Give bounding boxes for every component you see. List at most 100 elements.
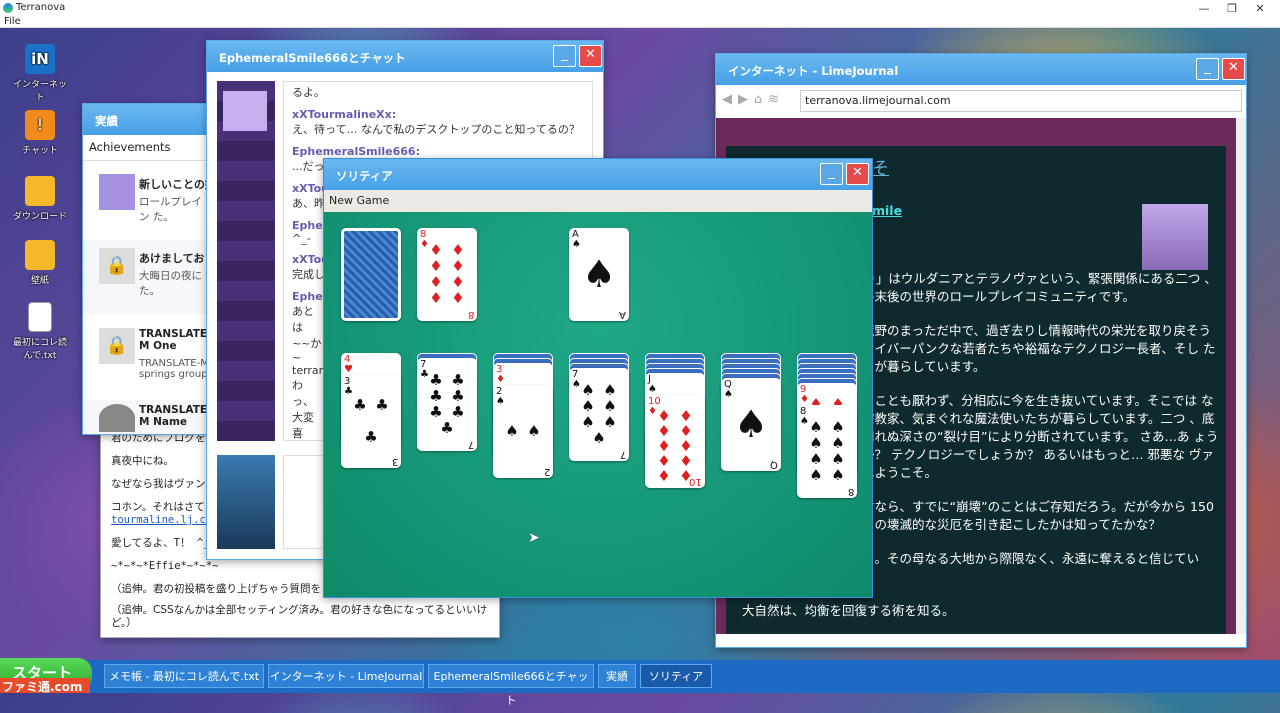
contact-avatar bbox=[223, 91, 267, 131]
achievement-title: TRANSLATE-M Name bbox=[139, 404, 211, 428]
desktop-icon-downloads[interactable]: ダウンロード bbox=[10, 176, 70, 222]
taskbar-item-notepad[interactable]: メモ帳 - 最初にコレ読んで.txt bbox=[104, 664, 264, 688]
os-close-icon[interactable]: ✕ bbox=[1252, 2, 1268, 15]
card[interactable]: 7 ♣ ♣ ♣ ♣ ♣ ♣ ♣ ♣ 7 bbox=[417, 358, 477, 451]
page-paragraph: 荒野のまっただ中で、過ぎ去りし情報時代の栄光を取り戻そう サイバーパンクな若者た… bbox=[862, 323, 1216, 374]
new-game-menu[interactable]: New Game bbox=[329, 194, 389, 207]
card-rank: 2 bbox=[543, 466, 550, 477]
solitaire-window: ソリティア _ ✕ New Game 8 ♦♦♦♦♦♦♦♦♦8A ♠♠A4 ♥♥… bbox=[323, 158, 873, 598]
page-heading[interactable]: そ bbox=[872, 160, 889, 178]
minimize-icon[interactable]: _ bbox=[1196, 58, 1219, 80]
browser-titlebar[interactable]: インターネット - LimeJournal bbox=[716, 54, 1246, 85]
os-minimize-icon[interactable]: — bbox=[1196, 2, 1212, 15]
taskbar-item-chat[interactable]: EphemeralSmile666とチャット bbox=[428, 664, 594, 707]
minimize-icon[interactable]: _ bbox=[553, 45, 576, 67]
card-rank: 8 bbox=[847, 486, 854, 497]
card-pips: ♠ bbox=[581, 252, 617, 296]
contact-banner bbox=[217, 81, 275, 441]
close-icon[interactable]: ✕ bbox=[1222, 58, 1245, 80]
app-title: Terranova bbox=[16, 2, 66, 13]
chat-sender: EphemeralSmile666: bbox=[292, 145, 420, 158]
desktop-icon-label: インターネット bbox=[12, 80, 67, 103]
user-avatar bbox=[217, 455, 275, 549]
os-title-bar: Terranova File — ❐ ✕ bbox=[0, 0, 1280, 28]
card-pips: ♣ ♣ ♣ ♣ ♣ ♣ ♣ bbox=[429, 370, 465, 438]
app-logo-icon bbox=[3, 3, 13, 13]
url-bar[interactable]: terranova.limejournal.com bbox=[800, 90, 1242, 112]
watermark: ファミ通.com bbox=[0, 678, 90, 694]
card-rank: 7 bbox=[467, 439, 474, 450]
close-icon[interactable]: ✕ bbox=[579, 45, 602, 67]
desktop-icon-label: ダウンロード bbox=[12, 212, 67, 222]
page-paragraph: a）」はウルダニアとテラノヴァという、緊張関係にある二つ 、終末後の世界のロール… bbox=[862, 271, 1217, 304]
solitaire-titlebar[interactable]: ソリティア bbox=[324, 159, 872, 190]
achievement-avatar-icon bbox=[99, 174, 135, 210]
chat-icon: ! bbox=[25, 110, 55, 140]
achievements-titlebar[interactable]: 実績 bbox=[83, 104, 211, 135]
chat-titlebar[interactable]: EphemeralSmile666とチャット bbox=[207, 41, 603, 72]
achievement-item[interactable]: 新しいことの始 ロールプレイン た。 bbox=[83, 166, 211, 236]
desktop-icon-wallpaper[interactable]: 壁紙 bbox=[10, 240, 70, 286]
achievement-item[interactable]: TRANSLATE-M Name bbox=[83, 400, 211, 434]
card[interactable]: 7 ♠ ♠ ♠ ♠ ♠ ♠ ♠ ♠ 7 bbox=[569, 368, 629, 461]
achievements-header: Achievements bbox=[89, 140, 171, 154]
page-paragraph: ることも厭わず、分相応に今を生き抜いています。そこでは な宗教家、気まぐれな魔法… bbox=[862, 393, 1219, 480]
card-rank: A bbox=[619, 309, 626, 320]
achievement-item[interactable]: 🔒 TRANSLATE-M One TRANSLATE-M springs gr… bbox=[83, 318, 211, 396]
chat-message: え、待って… なんで私のデスクトップのこと知ってるの？ bbox=[292, 123, 580, 136]
card[interactable]: 3 ♣ ♣ ♣ ♣ 3 bbox=[341, 375, 401, 468]
taskbar-item-solitaire[interactable]: ソリティア bbox=[640, 664, 712, 688]
card[interactable]: 2 ♠ ♠ ♠ 2 bbox=[493, 385, 553, 478]
page-paragraph: よ。その母なる大地から際限なく、永遠に奪えると信じてい bbox=[862, 551, 1200, 566]
os-restore-icon[interactable]: ❐ bbox=[1224, 2, 1240, 15]
lock-icon: 🔒 bbox=[99, 248, 135, 284]
achievement-avatar-icon bbox=[99, 404, 135, 432]
card-pips: ♦ ♦ ♦ ♦ ♦ ♦ ♦ ♦ ♦ ♦ bbox=[657, 407, 693, 485]
taskbar-item-achievements[interactable]: 実績 bbox=[598, 664, 636, 688]
desktop-icon-label: チャット bbox=[22, 146, 58, 156]
card[interactable]: A ♠ ♠ A bbox=[569, 228, 629, 321]
card-pips: ♣ ♣ ♣ bbox=[353, 395, 389, 447]
chat-sender: xXTourmalineXx: bbox=[292, 108, 397, 121]
rss-icon[interactable]: ≋ bbox=[768, 92, 785, 107]
desktop-icon-chat[interactable]: ! チャット bbox=[10, 110, 70, 156]
card-pips: ♠ ♠ bbox=[505, 422, 541, 440]
card[interactable]: Q ♠ ♠ Q bbox=[721, 378, 781, 471]
chat-message: あとは ~~か~ terranc わっ、 大変喜 私、そ 君より 投稿し bbox=[292, 305, 332, 440]
card[interactable]: 8 ♦ ♦ ♦ ♦ ♦ ♦ ♦ ♦ ♦ 8 bbox=[417, 228, 477, 321]
cursor-icon: ➤ bbox=[528, 530, 540, 546]
author-link[interactable]: mile bbox=[872, 202, 902, 220]
card-rank: 7 bbox=[619, 449, 626, 460]
page-paragraph: 大自然は、均衡を回復する術を知る。 bbox=[742, 603, 955, 618]
desktop-icon-internet[interactable]: iN インターネット bbox=[10, 44, 70, 103]
desktop-icon-readme[interactable]: 最初にコレ読んで.txt bbox=[10, 302, 70, 361]
achievement-title: あけましてお bbox=[139, 252, 205, 265]
menu-file[interactable]: File bbox=[4, 16, 21, 27]
page-paragraph: 君なら、すでに“崩壊”のことはご存知だろう。だが今から 150 この壊滅的な災厄… bbox=[862, 499, 1214, 532]
menubar: New Game bbox=[324, 190, 872, 212]
card-pips: ♠ ♠ ♠ ♠ ♠ ♠ ♠ ♠ bbox=[809, 417, 845, 485]
taskbar-item-browser[interactable]: インターネット - LimeJournal bbox=[268, 664, 424, 688]
minimize-icon[interactable]: _ bbox=[820, 163, 843, 185]
close-icon[interactable]: ✕ bbox=[846, 163, 869, 185]
achievement-title: 新しいことの始 bbox=[139, 178, 209, 191]
globe-icon: iN bbox=[25, 44, 55, 74]
card[interactable]: 8 ♠ ♠ ♠ ♠ ♠ ♠ ♠ ♠ ♠ 8 bbox=[797, 405, 857, 498]
card-rank: 3 bbox=[391, 456, 398, 467]
back-icon[interactable]: ◀ bbox=[722, 92, 738, 107]
nav-buttons: ◀▶⌂≋ bbox=[722, 92, 785, 107]
card[interactable]: 10 ♦ ♦ ♦ ♦ ♦ ♦ ♦ ♦ ♦ ♦ ♦ 10 bbox=[645, 395, 705, 488]
scrollbar[interactable] bbox=[1236, 118, 1246, 634]
card-rank: 10 bbox=[689, 476, 702, 487]
game-felt: 8 ♦♦♦♦♦♦♦♦♦8A ♠♠A4 ♥♥♥♥♥43 ♣♣♣♣37 ♣♣♣♣♣♣… bbox=[324, 212, 872, 597]
achievement-desc: TRANSLATE-M springs group bbox=[139, 358, 209, 380]
forward-icon[interactable]: ▶ bbox=[738, 92, 754, 107]
card-pips: ♠ ♠ ♠ ♠ ♠ ♠ ♠ bbox=[581, 380, 617, 448]
text-file-icon bbox=[28, 302, 52, 332]
achievement-item[interactable]: 🔒 あけましてお 大晦日の夜に た。 bbox=[83, 240, 211, 314]
stock-pile[interactable] bbox=[341, 228, 401, 321]
card-pips: ♦ ♦ ♦ ♦ ♦ ♦ ♦ ♦ bbox=[429, 240, 465, 308]
notepad-line: （追伸。CSSなんかは全部セッティング済み。君の好きな色になってるといいけど。） bbox=[111, 604, 488, 629]
home-icon[interactable]: ⌂ bbox=[754, 92, 768, 107]
achievement-desc: 大晦日の夜に た。 bbox=[139, 270, 202, 297]
